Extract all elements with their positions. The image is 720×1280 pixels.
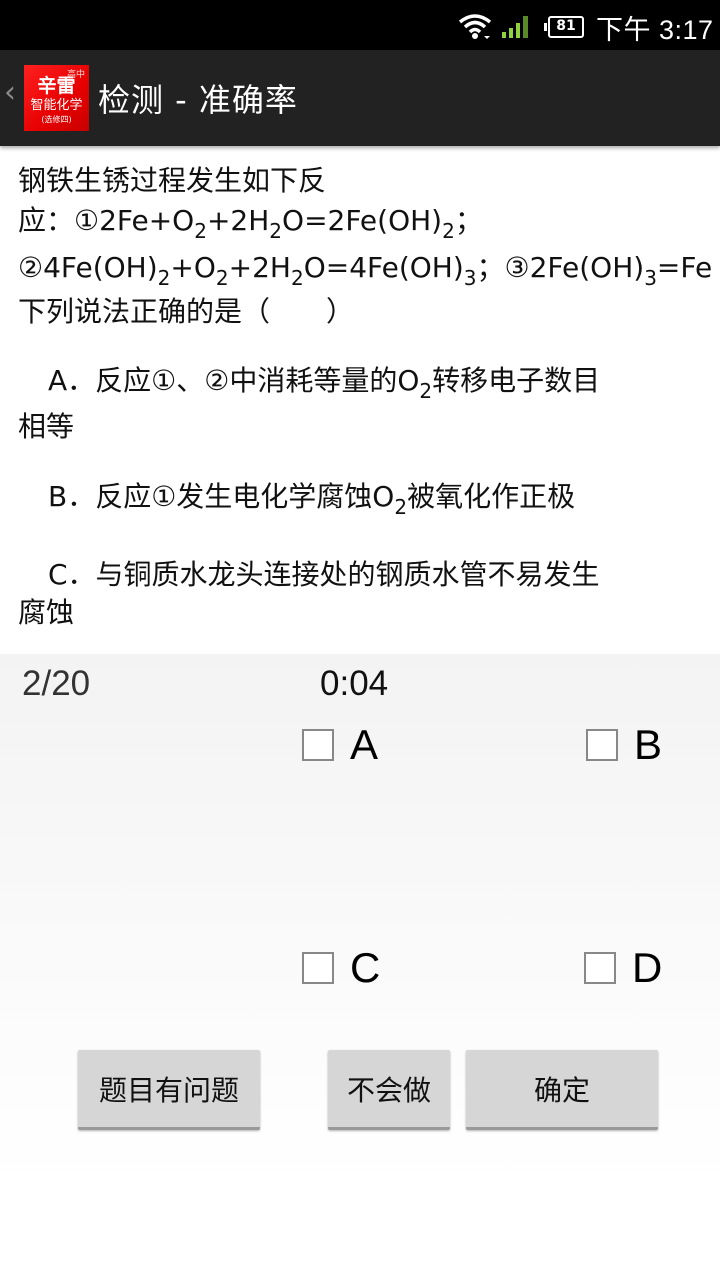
checkbox-icon[interactable] [302, 729, 334, 761]
logo-brand-text: 辛雷 [37, 75, 76, 97]
question-text-line-2: 应：①2Fe+O2+2H2O=2Fe(OH)2； [18, 204, 483, 243]
page-title: 检测 - 准确率 [98, 81, 298, 119]
option-c-text-line-2: 腐蚀 [18, 596, 75, 629]
status-bar: 81 下午 3:17 [0, 0, 720, 50]
choice-b-label[interactable]: B [634, 721, 662, 769]
back-chevron-icon[interactable]: ‹ [4, 78, 16, 108]
option-c-text: C．与铜质水龙头连接处的钢质水管不易发生 [48, 558, 600, 591]
question-text-line-3: ②4Fe(OH)2+O2+2H2O=4Fe(OH)3；③2Fe(OH)3=Fe [18, 251, 713, 290]
question-text-line-4: 下列说法正确的是（ ） [18, 295, 355, 328]
timer: 0:04 [320, 664, 389, 703]
battery-icon: 81 [544, 16, 584, 38]
checkbox-icon[interactable] [584, 952, 616, 984]
option-b-text: B．反应①发生电化学腐蚀O2被氧化作正极 [48, 480, 576, 519]
logo-edition-text: (选修四) [41, 115, 72, 124]
checkbox-icon[interactable] [586, 729, 618, 761]
app-logo[interactable]: 高中 辛雷 智能化学 (选修四) [24, 65, 89, 131]
logo-subject-text: 智能化学 [30, 98, 83, 113]
choice-b-checkbox[interactable]: B [586, 720, 662, 770]
choice-a-checkbox[interactable]: A [302, 720, 378, 770]
option-a-text: A．反应①、②中消耗等量的O2转移电子数目 [48, 364, 601, 403]
choice-c-checkbox[interactable]: C [302, 943, 380, 993]
question-content: 钢铁生锈过程发生如下反 应：①2Fe+O2+2H2O=2Fe(OH)2； ②4F… [0, 146, 720, 654]
cellular-signal-icon [502, 16, 528, 38]
option-a-text-line-2: 相等 [18, 410, 75, 443]
action-bar: ‹ 高中 辛雷 智能化学 (选修四) 检测 - 准确率 [0, 50, 720, 146]
dont-know-button[interactable]: 不会做 [328, 1050, 450, 1130]
status-time: 下午 3:17 [596, 15, 714, 45]
question-progress: 2/20 [22, 664, 91, 703]
report-problem-button[interactable]: 题目有问题 [78, 1050, 260, 1130]
question-text-line-1: 钢铁生锈过程发生如下反 [18, 164, 327, 197]
choice-c-label[interactable]: C [350, 944, 380, 992]
choice-a-label[interactable]: A [350, 721, 378, 769]
wifi-icon [458, 14, 492, 39]
checkbox-icon[interactable] [302, 952, 334, 984]
answer-panel: 2/20 0:04 A B C D 题目有问题 不会做 确定 [0, 654, 720, 1280]
confirm-button[interactable]: 确定 [466, 1050, 658, 1130]
choice-d-label[interactable]: D [632, 944, 662, 992]
choice-d-checkbox[interactable]: D [584, 943, 662, 993]
